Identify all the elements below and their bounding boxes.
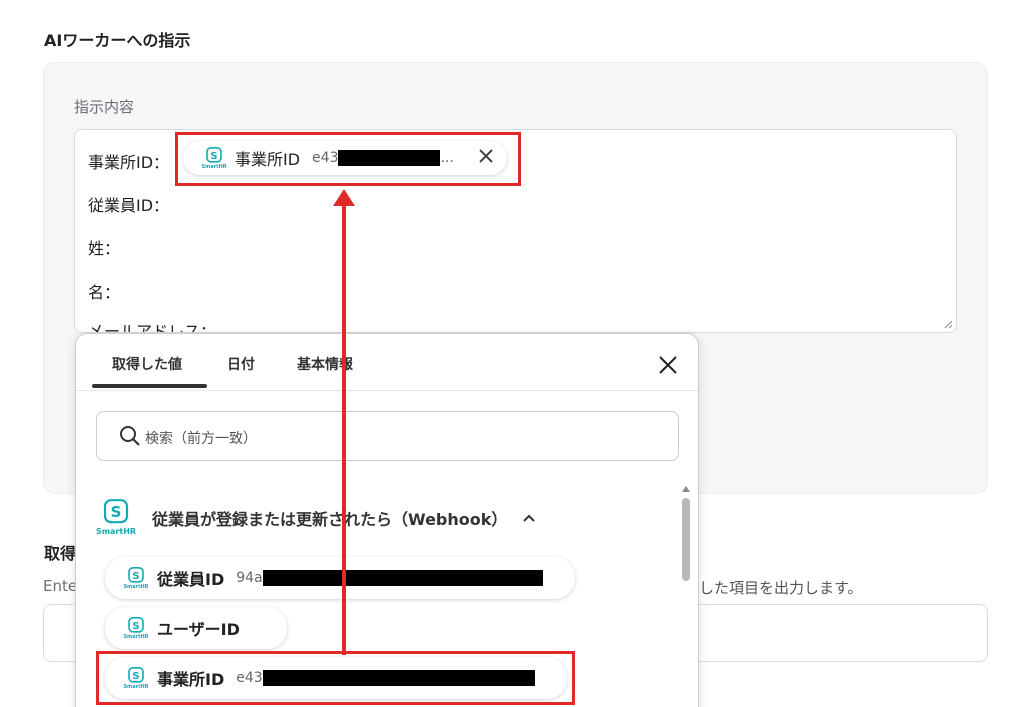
output-desc-right: した項目を出力します。 (699, 579, 863, 597)
smarthr-logo-icon: S SmartHR (123, 566, 149, 590)
item-value: 94a (236, 570, 263, 586)
chevron-up-icon[interactable] (521, 510, 537, 526)
smarthr-logo-icon: S SmartHR (96, 499, 136, 536)
annotation-arrow-line (342, 204, 346, 655)
instruction-label: 指示内容 (74, 98, 135, 116)
redacted-value (262, 570, 543, 586)
scrollbar-thumb[interactable] (682, 498, 690, 581)
editor-line-email: メールアドレス： (88, 322, 217, 333)
output-desc-left: Ente (43, 577, 78, 595)
picker-tabs: 取得した値 日付 基本情報 (76, 334, 698, 391)
output-section-title: 取得 (44, 544, 77, 563)
editor-line-last-name: 姓： (88, 239, 121, 258)
svg-text:S: S (111, 503, 122, 521)
highlight-box-source (96, 651, 575, 705)
svg-text:S: S (132, 621, 139, 632)
editor-line-first-name: 名： (88, 283, 121, 302)
scrollbar[interactable] (679, 484, 693, 707)
tab-retrieved-values[interactable]: 取得した値 (112, 354, 182, 374)
highlight-box-inserted (175, 132, 521, 186)
search-icon (120, 426, 140, 446)
group-title: 従業員が登録または更新されたら（Webhook） (152, 509, 508, 529)
resize-handle-icon[interactable] (944, 320, 953, 329)
group-app-name: SmartHR (95, 527, 137, 536)
item-label: ユーザーID (157, 620, 240, 639)
variable-item-user-id[interactable]: S SmartHR ユーザーID (105, 607, 287, 649)
svg-text:S: S (132, 571, 139, 582)
scroll-up-arrow-icon[interactable] (682, 486, 690, 492)
section-title: AIワーカーへの指示 (44, 31, 191, 50)
search-input[interactable]: 検索（前方一致） (96, 411, 679, 461)
variable-item-employee-id[interactable]: S SmartHR 従業員ID 94a (105, 557, 575, 599)
trigger-group-header[interactable]: S SmartHR 従業員が登録または更新されたら（Webhook） (96, 499, 537, 536)
active-tab-indicator (92, 384, 207, 388)
editor-line-employee-id: 従業員ID： (88, 196, 170, 215)
tab-date[interactable]: 日付 (227, 354, 255, 374)
arrow-up-icon (333, 189, 355, 206)
editor-line-office-id: 事業所ID： (88, 153, 170, 172)
close-icon[interactable] (657, 354, 679, 376)
smarthr-logo-icon: S SmartHR (123, 616, 149, 640)
search-placeholder: 検索（前方一致） (145, 431, 257, 447)
item-label: 従業員ID (157, 570, 225, 589)
